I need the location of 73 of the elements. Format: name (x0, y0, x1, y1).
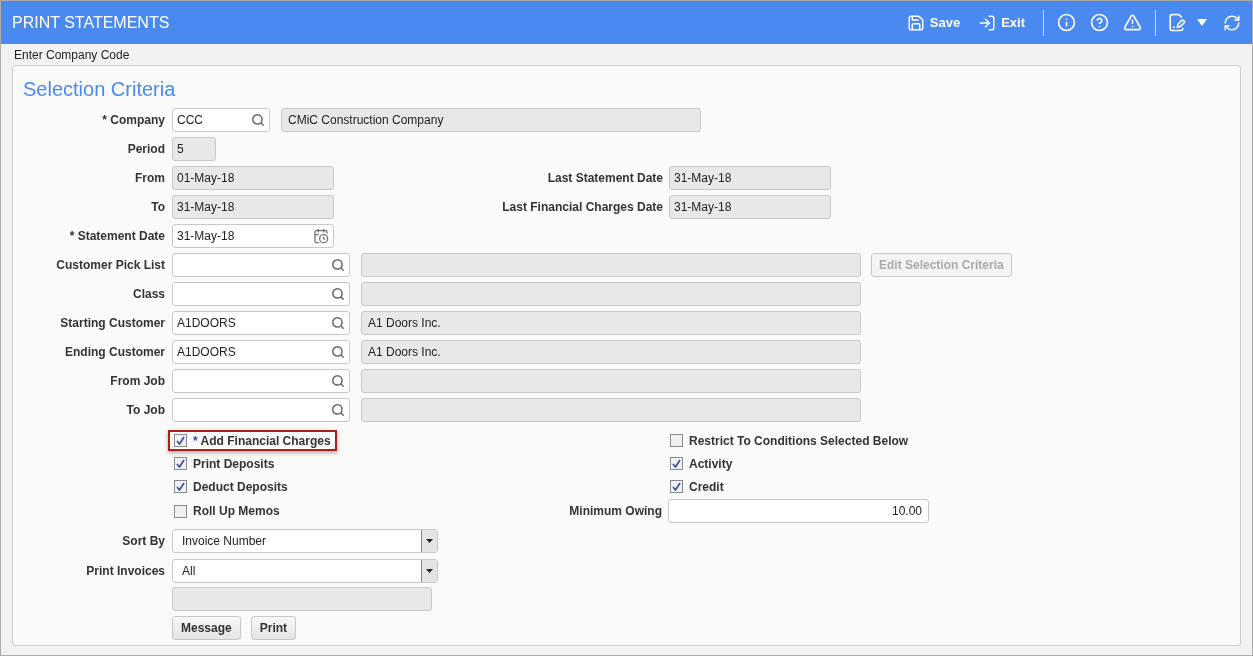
refresh-icon[interactable] (1223, 13, 1241, 32)
checkbox-label: Activity (689, 455, 733, 473)
checkbox[interactable] (174, 504, 187, 518)
readonly-field: 31-May-18 (669, 194, 831, 219)
action-button[interactable]: Print (250, 616, 297, 640)
checkbox[interactable] (174, 480, 187, 493)
checkbox-label: * Add Financial Charges (193, 432, 331, 450)
search-icon[interactable] (331, 402, 345, 417)
field-label: To Job (126, 401, 165, 419)
caret-icon (426, 569, 433, 573)
readonly-field: 01-May-18 (172, 165, 334, 190)
lookup-field[interactable] (172, 252, 350, 277)
checkbox-label: Credit (689, 478, 724, 496)
lookup-field[interactable] (172, 397, 350, 422)
checkbox[interactable] (174, 434, 187, 447)
search-icon[interactable] (331, 257, 345, 272)
field-label: * Statement Date (69, 227, 165, 245)
checkbox-label: Restrict To Conditions Selected Below (689, 432, 909, 450)
checkbox-label: Print Deposits (193, 455, 275, 473)
field-label: Starting Customer (60, 314, 165, 332)
dropdown-field[interactable]: All (172, 559, 438, 583)
section-title: Selection Criteria (23, 77, 177, 102)
checkbox-label: Deduct Deposits (193, 478, 288, 496)
field-label: Last Statement Date (547, 169, 663, 187)
description-field: CMiC Construction Company (281, 107, 701, 132)
checkbox[interactable] (670, 434, 683, 447)
field-label: * Company (102, 111, 165, 129)
caret-icon[interactable] (1197, 19, 1207, 26)
field-label: From (135, 169, 165, 187)
readonly-field: 31-May-18 (172, 194, 334, 219)
lookup-field[interactable]: A1DOORS (172, 339, 350, 364)
warning-icon[interactable] (1123, 13, 1142, 32)
readonly-field: 5 (172, 136, 216, 161)
description-field: A1 Doors Inc. (361, 310, 861, 335)
lookup-field[interactable]: A1DOORS (172, 310, 350, 335)
checkbox[interactable] (670, 480, 683, 493)
dropdown-field[interactable]: Invoice Number (172, 529, 438, 553)
dropdown-button[interactable] (421, 560, 437, 582)
field-label: Period (127, 140, 165, 158)
search-icon[interactable] (331, 286, 345, 301)
field-label: Print Invoices (86, 563, 165, 580)
checkbox[interactable] (174, 457, 187, 470)
page-title: PRINT STATEMENTS (12, 12, 170, 33)
field-label: Last Financial Charges Date (502, 198, 663, 216)
field-label: Minimum Owing (569, 503, 662, 520)
description-field: A1 Doors Inc. (361, 339, 861, 364)
readonly-field: 31-May-18 (669, 165, 831, 190)
field-label: From Job (110, 372, 165, 390)
page-pencil-icon[interactable] (1167, 13, 1186, 32)
date-field[interactable]: 31-May-18 (172, 223, 334, 248)
lookup-field[interactable]: CCC (172, 107, 270, 132)
calendar-icon[interactable] (313, 227, 329, 244)
minimum-owing-field[interactable]: 10.00 (668, 499, 929, 523)
lookup-field[interactable] (172, 368, 350, 393)
search-icon[interactable] (251, 112, 265, 127)
help-icon[interactable] (1090, 13, 1109, 32)
caret-icon (426, 539, 433, 543)
checkbox[interactable] (670, 457, 683, 470)
search-icon[interactable] (331, 344, 345, 359)
field-label: Sort By (122, 533, 165, 550)
field-label: Ending Customer (65, 343, 165, 361)
dropdown-button[interactable] (421, 530, 437, 552)
hint-text: Enter Company Code (14, 47, 130, 64)
field-label: Class (132, 285, 165, 303)
search-icon[interactable] (331, 315, 345, 330)
info-icon[interactable] (1057, 13, 1076, 32)
arrow-box-icon (978, 13, 997, 32)
field-label: To (151, 198, 165, 216)
field-label: Customer Pick List (56, 256, 165, 274)
checkbox-label: Roll Up Memos (193, 503, 280, 520)
action-button[interactable]: Message (172, 616, 241, 640)
lookup-field[interactable] (172, 281, 350, 306)
search-icon[interactable] (331, 373, 345, 388)
